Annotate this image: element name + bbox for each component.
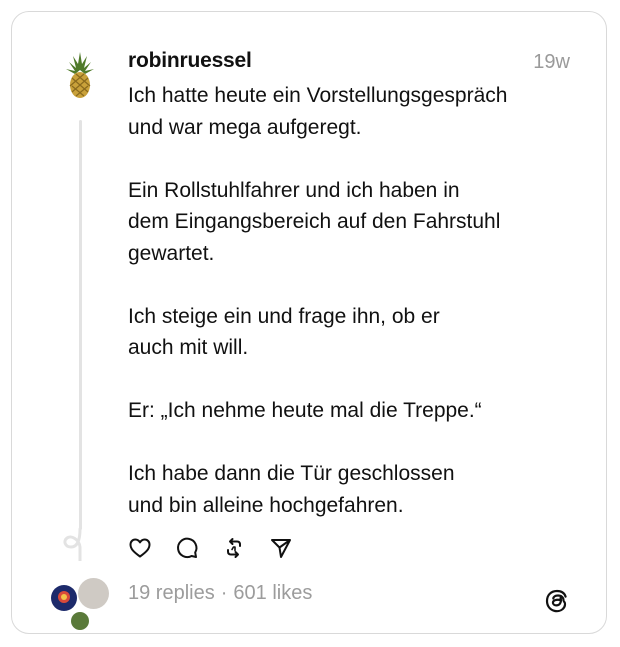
text-line: Ich habe dann die Tür geschlossen [128, 462, 455, 485]
thread-loop-icon [63, 527, 82, 561]
text-line: auch mit will. [128, 336, 249, 359]
repost-icon[interactable] [222, 536, 246, 560]
threads-logo-icon[interactable] [544, 588, 570, 614]
replies-count[interactable]: 19 replies [128, 582, 215, 604]
action-bar [128, 536, 316, 560]
text-line: gewartet. [128, 241, 215, 265]
heart-icon[interactable] [128, 536, 152, 560]
send-icon[interactable] [269, 536, 293, 560]
comment-icon[interactable] [175, 536, 199, 560]
post-stats: 19 replies · 601 likes [128, 582, 312, 605]
post-timestamp[interactable]: 19w [533, 51, 570, 74]
post-card: robinruessel 19w Ich hatte heute ein Vor… [11, 11, 607, 634]
text-line: und bin alleine hochgefahren. [128, 493, 404, 517]
reply-avatar[interactable] [78, 578, 109, 609]
reply-avatar[interactable] [51, 585, 77, 611]
stats-separator: · [220, 582, 228, 604]
text-line: Ein Rollstuhlfahrer und ich haben in [128, 178, 460, 202]
thread-line [79, 120, 82, 530]
text-line: Ich steige ein und frage ihn, ob er [128, 304, 440, 328]
likes-count[interactable]: 601 likes [233, 582, 312, 604]
text-line: Er: „Ich nehme heute mal die Treppe.“ [128, 399, 482, 422]
username[interactable]: robinruessel [128, 49, 252, 73]
text-line: dem Eingangsbereich auf den Fahrstuhl [128, 210, 501, 233]
post-text: Ich hatte heute ein Vorstellungsgespräch… [128, 80, 568, 521]
text-line: Ich hatte heute ein Vorstellungsgespräch [128, 84, 508, 107]
pineapple-avatar-icon[interactable] [63, 50, 97, 100]
reply-avatar[interactable] [71, 612, 89, 630]
text-line: und war mega aufgeregt. [128, 115, 362, 139]
